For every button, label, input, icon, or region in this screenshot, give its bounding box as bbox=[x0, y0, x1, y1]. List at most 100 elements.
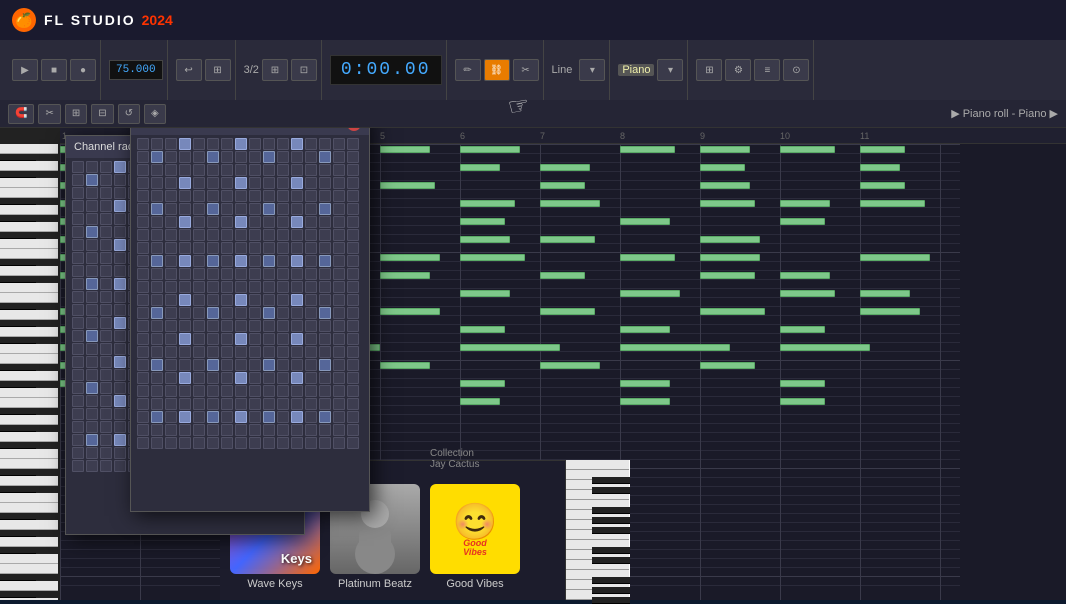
note-block[interactable] bbox=[540, 200, 600, 207]
channel-pad[interactable] bbox=[86, 408, 98, 420]
channel-pad[interactable] bbox=[86, 187, 98, 199]
channel-pad[interactable] bbox=[179, 203, 191, 215]
channel-pad[interactable] bbox=[193, 333, 205, 345]
channel-pad[interactable] bbox=[319, 320, 331, 332]
channel-pad[interactable] bbox=[235, 164, 247, 176]
channel-pad[interactable] bbox=[249, 216, 261, 228]
channel-pad[interactable] bbox=[114, 174, 126, 186]
keyboard-black-key[interactable] bbox=[592, 547, 630, 554]
channel-pad[interactable] bbox=[151, 424, 163, 436]
piano-white-key[interactable] bbox=[0, 293, 58, 303]
channel-pad[interactable] bbox=[151, 385, 163, 397]
channel-pad[interactable] bbox=[347, 190, 359, 202]
channel-pad[interactable] bbox=[333, 359, 345, 371]
note-block[interactable] bbox=[540, 182, 585, 189]
channel-pad[interactable] bbox=[179, 424, 191, 436]
channel-pad[interactable] bbox=[114, 382, 126, 394]
knife-btn[interactable]: ✂ bbox=[38, 104, 60, 124]
channel-pad[interactable] bbox=[277, 398, 289, 410]
piano-black-key[interactable] bbox=[0, 259, 36, 266]
note-block[interactable] bbox=[620, 290, 680, 297]
note-block[interactable] bbox=[780, 290, 835, 297]
channel-pad[interactable] bbox=[100, 447, 112, 459]
channel-pad[interactable] bbox=[319, 203, 331, 215]
note-block[interactable] bbox=[700, 164, 745, 171]
channel-pad[interactable] bbox=[72, 408, 84, 420]
channel-pad[interactable] bbox=[263, 190, 275, 202]
channel-pad[interactable] bbox=[207, 177, 219, 189]
channel-pad[interactable] bbox=[263, 437, 275, 449]
note-block[interactable] bbox=[380, 272, 430, 279]
channel-pad[interactable] bbox=[291, 216, 303, 228]
channel-pad[interactable] bbox=[305, 203, 317, 215]
channel-pad[interactable] bbox=[277, 216, 289, 228]
channel-pad[interactable] bbox=[165, 372, 177, 384]
channel-pad[interactable] bbox=[305, 437, 317, 449]
channel-pad[interactable] bbox=[137, 411, 149, 423]
channel-pad[interactable] bbox=[72, 291, 84, 303]
channel-pad[interactable] bbox=[347, 320, 359, 332]
nav-btn-2[interactable]: ⊞ bbox=[205, 59, 231, 81]
note-block[interactable] bbox=[700, 362, 755, 369]
channel-pad[interactable] bbox=[179, 281, 191, 293]
channel-pad[interactable] bbox=[333, 398, 345, 410]
channel-pad[interactable] bbox=[72, 382, 84, 394]
channel-pad[interactable] bbox=[333, 424, 345, 436]
channel-pad[interactable] bbox=[221, 372, 233, 384]
channel-pad[interactable] bbox=[305, 372, 317, 384]
piano-white-key[interactable] bbox=[0, 144, 58, 154]
channel-pad[interactable] bbox=[305, 359, 317, 371]
channel-pad[interactable] bbox=[333, 346, 345, 358]
piano-black-key[interactable] bbox=[0, 303, 36, 310]
channel-pad[interactable] bbox=[347, 138, 359, 150]
channel-pad[interactable] bbox=[137, 398, 149, 410]
bpm-display[interactable]: 75.000 bbox=[109, 60, 163, 80]
channel-pad[interactable] bbox=[193, 437, 205, 449]
channel-pad[interactable] bbox=[86, 200, 98, 212]
piano-black-key[interactable] bbox=[0, 530, 36, 537]
note-block[interactable] bbox=[460, 380, 505, 387]
channel-pad[interactable] bbox=[305, 424, 317, 436]
channel-pad[interactable] bbox=[100, 434, 112, 446]
channel-pad[interactable] bbox=[235, 190, 247, 202]
channel-pad[interactable] bbox=[291, 411, 303, 423]
mix-btn[interactable]: ≡ bbox=[754, 59, 780, 81]
channel-pad[interactable] bbox=[333, 385, 345, 397]
channel-pad[interactable] bbox=[291, 346, 303, 358]
channel-pad[interactable] bbox=[151, 229, 163, 241]
channel-pad[interactable] bbox=[114, 239, 126, 251]
channel-pad[interactable] bbox=[207, 424, 219, 436]
channel-pad[interactable] bbox=[165, 398, 177, 410]
piano-white-key[interactable] bbox=[0, 581, 58, 591]
channel-pad[interactable] bbox=[72, 343, 84, 355]
channel-pad[interactable] bbox=[291, 333, 303, 345]
channel-pad[interactable] bbox=[305, 320, 317, 332]
note-block[interactable] bbox=[780, 218, 825, 225]
channel-pad[interactable] bbox=[221, 151, 233, 163]
channel-pad[interactable] bbox=[319, 151, 331, 163]
piano-white-key[interactable] bbox=[0, 327, 58, 337]
note-block[interactable] bbox=[700, 272, 755, 279]
channel-pad[interactable] bbox=[72, 161, 84, 173]
channel-pad[interactable] bbox=[235, 437, 247, 449]
channel-pad[interactable] bbox=[86, 239, 98, 251]
channel-pad[interactable] bbox=[72, 317, 84, 329]
channel-pad[interactable] bbox=[179, 437, 191, 449]
channel-pad[interactable] bbox=[114, 187, 126, 199]
channel-pad[interactable] bbox=[100, 317, 112, 329]
note-block[interactable] bbox=[700, 200, 755, 207]
channel-pad[interactable] bbox=[165, 151, 177, 163]
channel-pad[interactable] bbox=[319, 437, 331, 449]
tool-btn-select[interactable]: ⛓ bbox=[484, 59, 510, 81]
channel-pad[interactable] bbox=[347, 268, 359, 280]
channel-pad[interactable] bbox=[86, 278, 98, 290]
channel-pad[interactable] bbox=[319, 294, 331, 306]
channel-pad[interactable] bbox=[151, 203, 163, 215]
channel-pad[interactable] bbox=[207, 268, 219, 280]
piano-white-key[interactable] bbox=[0, 398, 58, 408]
channel-pad[interactable] bbox=[86, 343, 98, 355]
channel-pad[interactable] bbox=[305, 229, 317, 241]
channel-pad[interactable] bbox=[277, 242, 289, 254]
channel-pad[interactable] bbox=[249, 424, 261, 436]
channel-pad[interactable] bbox=[137, 346, 149, 358]
